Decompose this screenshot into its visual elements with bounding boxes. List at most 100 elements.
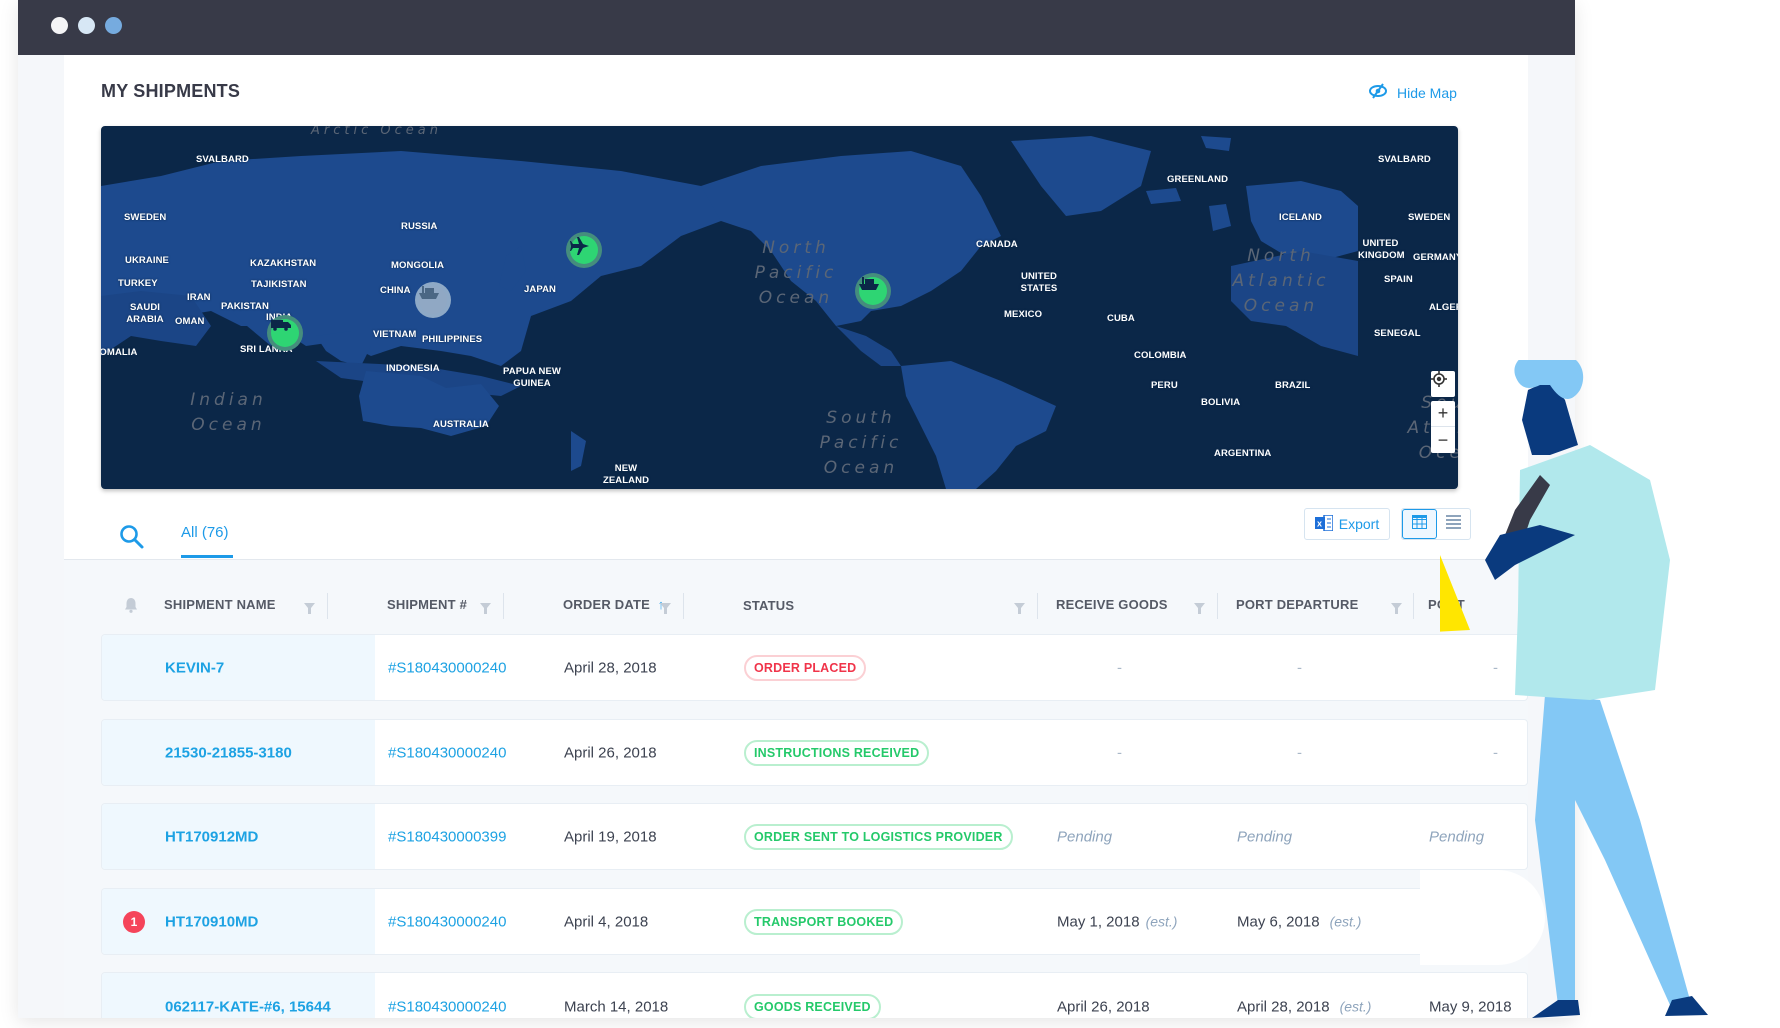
- port-departure: April 28, 2018 (est.): [1237, 999, 1371, 1016]
- table-row[interactable]: 21530-21855-3180 #S180430000240 April 26…: [101, 719, 1528, 786]
- person-illustration: [1440, 360, 1708, 1018]
- map-marker-truck[interactable]: [267, 315, 303, 351]
- shipment-number-link[interactable]: #S180430000240: [388, 999, 506, 1016]
- table-row[interactable]: HT170912MD #S180430000399 April 19, 2018…: [101, 803, 1528, 870]
- order-date: March 14, 2018: [564, 998, 669, 1016]
- port-departure-date: April 28, 2018: [1237, 998, 1330, 1016]
- column-separator[interactable]: [327, 593, 328, 619]
- estimate-label: (est.): [1329, 913, 1362, 929]
- filter-icon[interactable]: [1194, 601, 1205, 619]
- map-label: SENEGAL: [1374, 328, 1421, 339]
- receive-goods-date: May 1, 2018: [1057, 913, 1140, 930]
- map-label: PAKISTAN: [221, 301, 269, 312]
- status-cell: ORDER PLACED: [744, 654, 867, 681]
- status-cell: INSTRUCTIONS RECEIVED: [744, 739, 930, 766]
- grid-view-button[interactable]: [1402, 509, 1437, 539]
- map-label: OMAN: [175, 316, 205, 327]
- column-header-shipment-name[interactable]: SHIPMENT NAME: [164, 597, 276, 612]
- search-icon: [119, 525, 145, 554]
- filter-icon[interactable]: [1391, 601, 1402, 619]
- estimate-label: (est.): [1145, 913, 1178, 929]
- order-date: April 28, 2018: [564, 659, 657, 676]
- window-dot-maximize[interactable]: [105, 17, 122, 34]
- shipment-number-link[interactable]: #S180430000240: [388, 744, 506, 761]
- map-label: ARGENTINA: [1214, 448, 1272, 459]
- estimate-label: (est.): [1339, 998, 1372, 1015]
- receive-goods: -: [1117, 659, 1122, 676]
- status-badge: ORDER PLACED: [744, 654, 867, 681]
- map-label: IRAN: [187, 292, 211, 303]
- status-cell: ORDER SENT TO LOGISTICS PROVIDER: [744, 823, 1013, 850]
- land-greenland: [1011, 136, 1151, 216]
- map-marker-ship[interactable]: [415, 282, 451, 318]
- map-label: SAUDI ARABIA: [126, 302, 164, 325]
- excel-icon: x: [1314, 513, 1334, 534]
- shipment-number-link[interactable]: #S180430000399: [388, 828, 506, 845]
- column-header-order-date[interactable]: ORDER DATE ↑: [563, 597, 665, 612]
- svg-text:x: x: [1317, 518, 1322, 528]
- receive-goods: -: [1117, 744, 1122, 761]
- map-label: PAPUA NEW GUINEA: [503, 366, 561, 389]
- filter-icon[interactable]: [660, 601, 671, 619]
- filter-icon[interactable]: [304, 601, 315, 619]
- filter-icon[interactable]: [480, 601, 491, 619]
- shipment-name-link[interactable]: HT170910MD: [165, 913, 258, 930]
- map-marker-ship[interactable]: [855, 273, 891, 309]
- land-uk: [1209, 204, 1231, 231]
- column-header-receive-goods[interactable]: RECEIVE GOODS: [1056, 597, 1168, 612]
- land-iceland: [1146, 188, 1181, 204]
- port-departure: -: [1297, 659, 1302, 676]
- map-label: UKRAINE: [125, 255, 169, 266]
- hide-map-button[interactable]: Hide Map: [1368, 83, 1457, 102]
- shipment-name-link[interactable]: HT170912MD: [165, 828, 258, 845]
- land-south-america: [901, 361, 1056, 489]
- map-label: CANADA: [976, 239, 1018, 250]
- column-header-port-departure[interactable]: PORT DEPARTURE: [1236, 597, 1358, 612]
- column-separator[interactable]: [1413, 593, 1414, 619]
- alert-count-badge: 1: [123, 910, 145, 933]
- table-row[interactable]: KEVIN-7 #S180430000240 April 28, 2018 OR…: [101, 634, 1528, 701]
- map-label: UNITED STATES: [1020, 271, 1058, 294]
- shipments-map[interactable]: Arctic Ocean Indian Ocean North Pacific …: [101, 126, 1458, 489]
- order-date-label: ORDER DATE: [563, 597, 650, 612]
- shipment-number-link[interactable]: #S180430000240: [388, 913, 506, 930]
- map-marker-airplane[interactable]: [566, 232, 602, 268]
- map-label: GREENLAND: [1167, 174, 1229, 185]
- window-dot-close[interactable]: [51, 17, 68, 34]
- filter-icon[interactable]: [1014, 601, 1025, 619]
- table-row[interactable]: 1 HT170910MD #S180430000240 April 4, 201…: [101, 888, 1528, 955]
- column-header-status[interactable]: STATUS: [743, 598, 794, 613]
- map-label: MONGOLIA: [391, 260, 445, 271]
- export-label: Export: [1338, 516, 1380, 532]
- grid-view-icon: [1412, 514, 1427, 534]
- map-label: SVALBARD: [1378, 154, 1431, 165]
- app-window: MY SHIPMENTS Hide Map Arctic Ocean India…: [18, 0, 1575, 1018]
- search-button[interactable]: [119, 524, 145, 550]
- map-label: RUSSIA: [401, 221, 438, 232]
- shipment-name-link[interactable]: 062117-KATE-#6, 15644: [165, 999, 331, 1016]
- map-label: PHILIPPINES: [422, 334, 483, 345]
- table-row[interactable]: 062117-KATE-#6, 15644 #S180430000240 Mar…: [101, 972, 1528, 1018]
- port-departure: -: [1297, 744, 1302, 761]
- tab-active-indicator: [181, 555, 233, 558]
- status-cell: TRANSPORT BOOKED: [744, 908, 904, 935]
- page-title: MY SHIPMENTS: [101, 81, 241, 101]
- shipment-number-link[interactable]: #S180430000240: [388, 659, 506, 676]
- status-badge: ORDER SENT TO LOGISTICS PROVIDER: [744, 823, 1013, 850]
- tab-all[interactable]: All (76): [181, 524, 229, 541]
- map-label: VIETNAM: [373, 329, 417, 340]
- map-label: SOMALIA: [101, 347, 138, 358]
- column-separator[interactable]: [1217, 593, 1218, 619]
- column-separator[interactable]: [503, 593, 504, 619]
- status-cell: GOODS RECEIVED: [744, 994, 881, 1018]
- port-departure: May 6, 2018 (est.): [1237, 913, 1361, 930]
- column-header-shipment-number[interactable]: SHIPMENT #: [387, 597, 467, 612]
- window-dot-minimize[interactable]: [78, 17, 95, 34]
- shipment-name-link[interactable]: KEVIN-7: [165, 659, 224, 676]
- export-button[interactable]: x Export: [1304, 508, 1390, 540]
- shipment-name-link[interactable]: 21530-21855-3180: [165, 744, 292, 761]
- column-separator[interactable]: [1037, 593, 1038, 619]
- map-label: JAPAN: [524, 284, 556, 295]
- port-departure-date: May 6, 2018: [1237, 913, 1320, 930]
- column-separator[interactable]: [683, 593, 684, 619]
